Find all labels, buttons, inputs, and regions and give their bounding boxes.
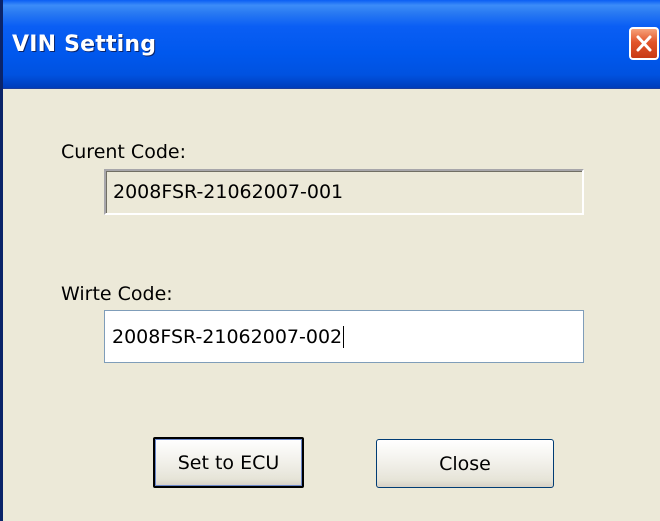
set-to-ecu-button[interactable]: Set to ECU xyxy=(153,437,304,488)
window-close-button[interactable] xyxy=(629,27,659,60)
write-code-value: 2008FSR-21062007-002 xyxy=(112,325,343,348)
title-bar[interactable]: VIN Setting xyxy=(3,0,660,89)
text-cursor xyxy=(343,325,345,348)
current-code-label: Curent Code: xyxy=(61,141,186,163)
current-code-value: 2008FSR-21062007-001 xyxy=(113,181,344,203)
vin-setting-dialog: VIN Setting Curent Code: 2008FSR-2106200… xyxy=(0,0,660,521)
window-title: VIN Setting xyxy=(12,32,157,57)
current-code-field: 2008FSR-21062007-001 xyxy=(104,169,584,215)
write-code-input[interactable]: 2008FSR-21062007-002 xyxy=(104,310,584,363)
close-button[interactable]: Close xyxy=(376,439,554,488)
write-code-label: Wirte Code: xyxy=(61,283,173,305)
dialog-body: Curent Code: 2008FSR-21062007-001 Wirte … xyxy=(3,89,660,521)
close-icon xyxy=(636,35,652,52)
